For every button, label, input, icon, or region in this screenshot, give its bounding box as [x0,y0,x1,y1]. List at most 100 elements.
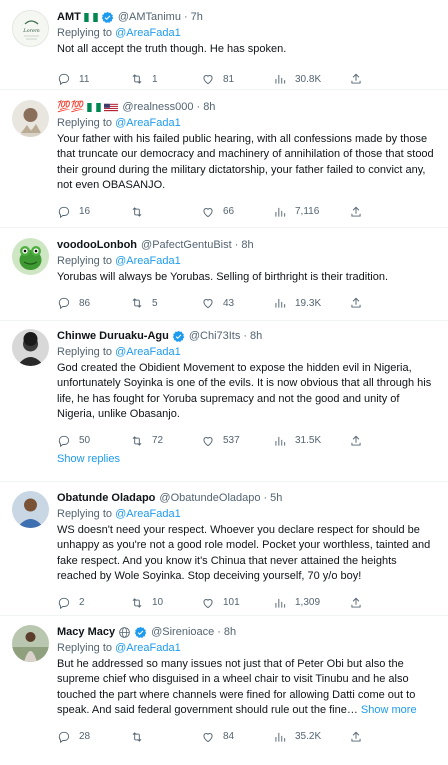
action-bar: 16 66 7,116 [57,198,434,226]
show-more-link[interactable]: Show more [361,704,417,716]
views-icon [275,732,286,742]
action-bar: 50 72 537 31.5K [57,427,434,455]
display-name[interactable]: Macy Macy [57,625,115,640]
action-bar: 28 84 35.2K [57,723,434,751]
retweet-button[interactable]: 5 [130,296,201,310]
reply-mention-link[interactable]: @AreaFada1 [115,346,181,358]
retweet-icon [132,597,142,608]
like-button[interactable]: 101 [201,596,273,610]
reply-button[interactable]: 11 [57,72,130,86]
like-button[interactable]: 81 [201,72,273,86]
reply-icon [58,298,70,310]
reply-count: 86 [79,297,91,309]
retweet-button[interactable] [130,730,201,744]
share-button[interactable] [349,296,363,310]
reply-tweet[interactable]: voodooLonboh @PafectGentuBist · 8h Reply… [0,228,448,321]
views-button[interactable]: 35.2K [273,730,349,744]
reply-count: 2 [79,597,85,609]
handle[interactable]: @PafectGentuBist [141,238,232,253]
replying-to: Replying to @AreaFada1 [57,641,434,656]
reply-mention-link[interactable]: @AreaFada1 [115,117,181,129]
timestamp[interactable]: 8h [224,625,236,640]
handle[interactable]: @Sirenioace [151,625,214,640]
share-button[interactable] [349,205,363,219]
reply-button[interactable]: 50 [57,434,130,448]
like-count: 66 [223,206,235,218]
timestamp[interactable]: 8h [250,329,262,344]
like-count: 84 [223,731,235,743]
views-button[interactable]: 7,116 [273,205,349,219]
timestamp[interactable]: 5h [270,491,282,506]
reply-tweet[interactable]: Lorem AMT @AMTanimu · 7h Replying to @Ar… [0,0,448,90]
display-name[interactable]: Chinwe Duruaku-Agu [57,329,169,344]
avatar[interactable]: Lorem [12,10,49,47]
nigeria-flag-icon [84,13,98,22]
reply-tweet[interactable]: 💯💯 @realness000 · 8h Replying to @AreaFa… [0,90,448,228]
avatar[interactable] [12,491,49,528]
share-icon [351,597,361,608]
reply-button[interactable]: 16 [57,205,130,219]
share-button[interactable] [349,730,363,744]
views-button[interactable]: 30.8K [273,72,349,86]
like-icon [203,299,213,309]
reply-count: 50 [79,435,91,447]
reply-tweet[interactable]: Macy Macy @Sirenioace · 8h Replying to @… [0,616,448,765]
views-button[interactable]: 1,309 [273,596,349,610]
avatar[interactable] [12,625,49,662]
globe-icon [119,627,130,638]
reply-button[interactable]: 2 [57,596,130,610]
reply-count: 16 [79,206,91,218]
usa-flag-icon [104,103,119,112]
timestamp[interactable]: 8h [203,100,215,115]
verified-icon [134,626,147,638]
reply-mention-link[interactable]: @AreaFada1 [115,642,181,654]
replying-to: Replying to @AreaFada1 [57,26,434,41]
replying-to: Replying to @AreaFada1 [57,116,434,131]
reply-icon [58,74,70,86]
avatar[interactable] [12,329,49,366]
reply-icon [58,206,70,218]
retweet-button[interactable]: 72 [130,434,201,448]
reply-mention-link[interactable]: @AreaFada1 [115,255,181,267]
views-count: 1,309 [295,597,321,609]
handle[interactable]: @ObatundeOladapo [159,491,260,506]
timestamp[interactable]: 8h [241,238,253,253]
handle[interactable]: @realness000 [122,100,193,115]
views-button[interactable]: 19.3K [273,296,349,310]
like-button[interactable]: 66 [201,205,273,219]
handle[interactable]: @AMTanimu [118,10,181,25]
display-name[interactable]: voodooLonboh [57,238,137,253]
share-button[interactable] [349,434,363,448]
views-button[interactable]: 31.5K [273,434,349,448]
avatar[interactable] [12,238,49,275]
reply-mention-link[interactable]: @AreaFada1 [115,508,181,520]
tweet-text: But he addressed so many issues not just… [57,657,434,719]
like-button[interactable]: 84 [201,730,273,744]
handle[interactable]: @Chi73Its [189,329,241,344]
reply-button[interactable]: 86 [57,296,130,310]
like-count: 81 [223,73,235,85]
reply-tweet[interactable]: Chinwe Duruaku-Agu @Chi73Its · 8h Replyi… [0,321,448,482]
views-count: 30.8K [295,73,322,85]
reply-button[interactable]: 28 [57,730,130,744]
display-name[interactable]: Obatunde Oladapo [57,491,155,506]
timestamp[interactable]: 7h [191,10,203,25]
like-button[interactable]: 43 [201,296,273,310]
reply-tweet[interactable]: Obatunde Oladapo @ObatundeOladapo · 5h R… [0,482,448,616]
like-count: 43 [223,297,235,309]
like-button[interactable]: 537 [201,434,273,448]
reply-feed: Lorem AMT @AMTanimu · 7h Replying to @Ar… [0,0,448,765]
share-button[interactable] [349,72,363,86]
reply-mention-link[interactable]: @AreaFada1 [115,27,181,39]
display-name[interactable]: 💯💯 [57,100,84,115]
show-replies-link[interactable]: Show replies [57,453,120,465]
views-icon [275,207,286,217]
views-icon [275,598,286,608]
avatar[interactable] [12,100,49,137]
share-button[interactable] [349,596,363,610]
retweet-button[interactable]: 1 [130,72,201,86]
retweet-button[interactable] [130,205,201,219]
display-name[interactable]: AMT [57,10,81,25]
retweet-button[interactable]: 10 [130,596,201,610]
tweet-text: God created the Obidient Movement to exp… [57,362,432,421]
